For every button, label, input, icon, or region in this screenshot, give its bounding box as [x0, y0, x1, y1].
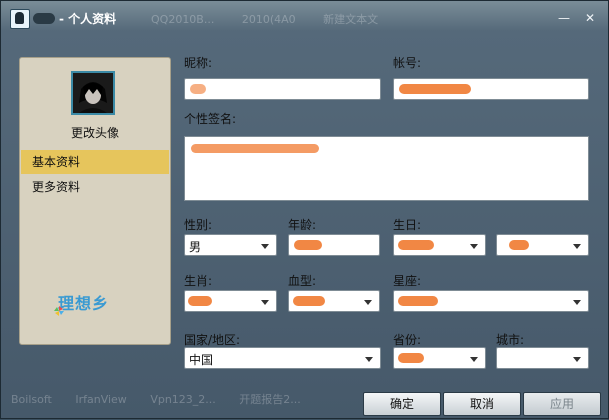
- cancel-button[interactable]: 取消: [443, 392, 521, 416]
- profile-form: 昵称: 帐号: 个性签名: 性别: 男 年龄: 生日: 生肖: 血型: 星座: …: [171, 35, 601, 375]
- account-label: 帐号:: [393, 56, 422, 70]
- birth-month-select[interactable]: [393, 234, 486, 256]
- nickname-label: 昵称:: [184, 56, 213, 70]
- country-value: 中国: [189, 353, 214, 367]
- zodiac-label: 生肖:: [184, 274, 213, 288]
- redacted-value: [398, 296, 438, 306]
- qq-penguin-icon: [10, 9, 30, 29]
- background-taskbar-top: QQ2010B... 2010(4A0 新建文本文: [151, 13, 379, 26]
- birth-day-select[interactable]: [496, 234, 589, 256]
- minimize-button[interactable]: —: [557, 11, 571, 25]
- redacted-value: [294, 240, 322, 250]
- nickname-input[interactable]: [184, 78, 381, 100]
- left-nav-panel: 更改头像 基本资料 更多资料 理想乡: [19, 57, 171, 345]
- zodiac-select[interactable]: [184, 290, 277, 312]
- province-label: 省份:: [393, 333, 422, 347]
- blood-type-select[interactable]: [288, 290, 380, 312]
- country-label: 国家/地区:: [184, 333, 241, 347]
- constellation-label: 星座:: [393, 274, 422, 288]
- redacted-value: [398, 240, 434, 250]
- birthday-label: 生日:: [393, 218, 422, 232]
- redacted-value: [293, 296, 325, 306]
- brand-pinwheel-icon: [54, 306, 64, 316]
- close-button[interactable]: ✕: [583, 11, 597, 25]
- button-bar: Boilsoft IrfanView Vpn123_2... 开题报告2... …: [1, 385, 608, 420]
- apply-button[interactable]: 应用: [523, 392, 601, 416]
- change-avatar-link[interactable]: 更改头像: [20, 124, 170, 141]
- avatar[interactable]: [71, 71, 115, 115]
- redacted-value: [191, 144, 319, 153]
- window-title: - 个人资料: [33, 10, 116, 27]
- signature-textarea[interactable]: [184, 136, 589, 201]
- redacted-value: [398, 353, 424, 363]
- age-input[interactable]: [288, 234, 380, 256]
- gender-label: 性别:: [184, 218, 213, 232]
- redacted-value: [188, 296, 212, 306]
- profile-window: - 个人资料 QQ2010B... 2010(4A0 新建文本文 — ✕ 更改头…: [0, 0, 609, 419]
- city-select[interactable]: [496, 347, 589, 369]
- ok-button[interactable]: 确定: [363, 392, 441, 416]
- province-select[interactable]: [393, 347, 486, 369]
- account-input[interactable]: [393, 78, 589, 100]
- title-bar[interactable]: - 个人资料 QQ2010B... 2010(4A0 新建文本文 — ✕: [1, 1, 608, 35]
- redacted-value: [190, 84, 206, 94]
- signature-label: 个性签名:: [184, 112, 237, 126]
- gender-value: 男: [189, 240, 202, 254]
- redacted-value: [509, 240, 529, 250]
- city-label: 城市:: [496, 333, 525, 347]
- country-select[interactable]: 中国: [184, 347, 381, 369]
- blood-type-label: 血型:: [288, 274, 317, 288]
- age-label: 年龄:: [288, 218, 317, 232]
- constellation-select[interactable]: [393, 290, 589, 312]
- nav-item-basic-info[interactable]: 基本资料: [21, 150, 169, 174]
- background-taskbar-bottom: Boilsoft IrfanView Vpn123_2... 开题报告2...: [11, 393, 301, 406]
- redacted-nickname: [33, 13, 55, 24]
- gender-select[interactable]: 男: [184, 234, 277, 256]
- brand-logo: 理想乡: [58, 294, 110, 313]
- avatar-image-icon: [73, 73, 113, 113]
- redacted-value: [399, 84, 471, 94]
- nav-item-more-info[interactable]: 更多资料: [21, 175, 169, 199]
